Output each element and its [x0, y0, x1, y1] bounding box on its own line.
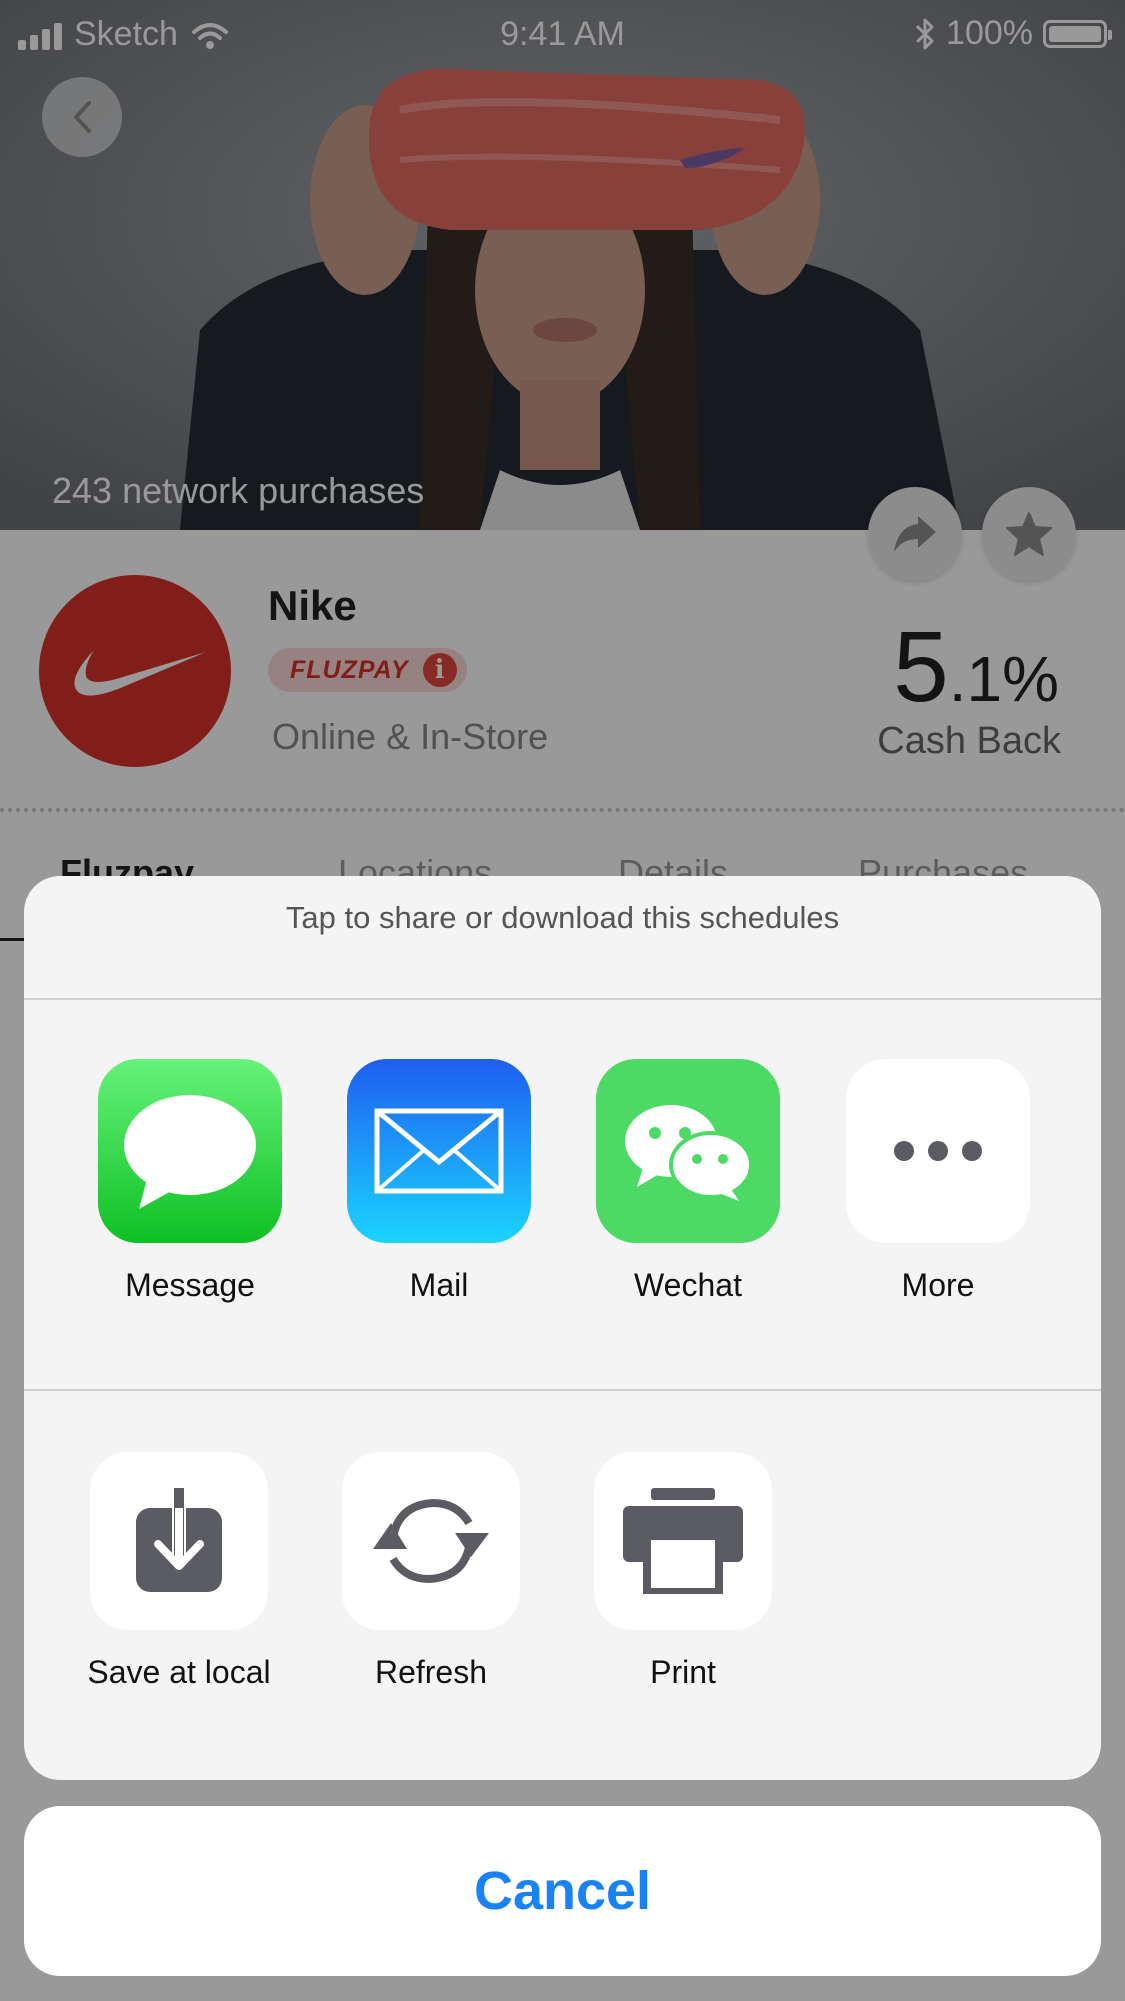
- sheet-separator: [24, 998, 1101, 1000]
- refresh-label: Refresh: [374, 1654, 488, 1690]
- share-message-label: Message: [125, 1267, 255, 1303]
- share-more[interactable]: More: [828, 1059, 1048, 1304]
- share-message[interactable]: Message: [80, 1059, 300, 1304]
- share-wechat-label: Wechat: [634, 1267, 742, 1303]
- cancel-button[interactable]: Cancel: [24, 1806, 1101, 1976]
- share-wechat[interactable]: Wechat: [578, 1059, 798, 1304]
- refresh-icon[interactable]: [342, 1452, 520, 1630]
- wechat-icon[interactable]: [596, 1059, 780, 1243]
- share-mail[interactable]: Mail: [329, 1059, 549, 1304]
- share-sheet-title: Tap to share or download this schedules: [285, 900, 840, 935]
- mail-icon[interactable]: [347, 1059, 531, 1243]
- cancel-label: Cancel: [473, 1861, 652, 1921]
- download-icon[interactable]: [90, 1452, 268, 1630]
- save-local-action[interactable]: Save at local: [69, 1452, 289, 1691]
- save-local-label: Save at local: [87, 1654, 271, 1690]
- sheet-separator: [24, 1389, 1101, 1391]
- share-mail-label: Mail: [409, 1267, 469, 1303]
- share-sheet: Tap to share or download this schedules …: [24, 876, 1101, 1780]
- print-icon[interactable]: [594, 1452, 772, 1630]
- share-more-label: More: [901, 1267, 975, 1303]
- more-icon[interactable]: [846, 1059, 1030, 1243]
- print-action[interactable]: Print: [573, 1452, 793, 1691]
- print-label: Print: [650, 1654, 716, 1690]
- refresh-action[interactable]: Refresh: [321, 1452, 541, 1691]
- message-icon[interactable]: [98, 1059, 282, 1243]
